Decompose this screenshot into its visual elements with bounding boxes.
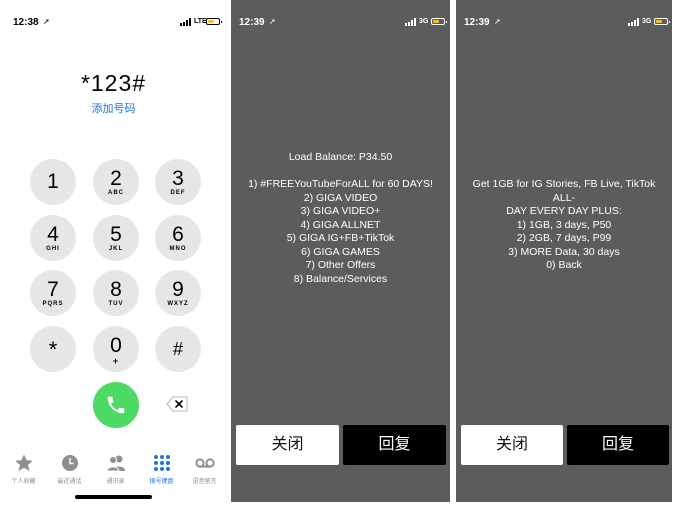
status-time: 12:39: [239, 17, 265, 28]
network-type: LTE: [194, 18, 207, 25]
key-letters: MNO: [169, 246, 187, 252]
key-letters: PQRS: [42, 301, 64, 307]
home-indicator[interactable]: [75, 495, 152, 499]
screenshot-collage: 12:38 ➚ LTE *123# 添加号码 1 2 ABC 3 DEF 4 G…: [0, 0, 680, 510]
key-digit: 2: [110, 167, 122, 190]
key-letters: WXYZ: [167, 301, 189, 307]
key-letters: DEF: [170, 190, 186, 196]
key-star[interactable]: *: [30, 326, 76, 372]
key-9[interactable]: 9 WXYZ: [155, 270, 201, 316]
ussd-menu-screen: 12:39 ➚ 3G Load Balance: P34.50 1) #FREE…: [231, 0, 450, 510]
signal-icon: [405, 18, 417, 26]
star-icon: [14, 454, 33, 471]
ussd-message: Load Balance: P34.50 1) #FREEYouTubeForA…: [248, 151, 433, 285]
delete-backspace-icon: [166, 396, 188, 412]
key-3[interactable]: 3 DEF: [155, 159, 201, 205]
key-letters: +: [112, 356, 120, 366]
location-icon: ➚: [494, 17, 501, 26]
contacts-icon: [105, 455, 125, 472]
battery-icon: [206, 18, 222, 25]
keypad-icon: [153, 455, 170, 471]
signal-icon: [180, 18, 192, 26]
voicemail-icon: [194, 458, 215, 468]
location-icon: ➚: [269, 17, 276, 26]
key-6[interactable]: 6 MNO: [155, 215, 201, 261]
tab-label: 最近通话: [57, 479, 82, 485]
key-digit: 4: [47, 223, 59, 246]
key-digit: 9: [172, 278, 184, 301]
key-letters: ABC: [108, 190, 124, 196]
tab-label: 拨号键盘: [149, 479, 174, 485]
key-digit: 0: [110, 334, 122, 357]
battery-icon: [431, 18, 447, 25]
status-bar: 12:38 ➚ LTE: [0, 0, 227, 28]
tab-bar: 个人收藏 最近通话 通讯录 拨号键盘 语音留言: [0, 452, 227, 492]
call-button[interactable]: [93, 382, 139, 428]
key-digit: 8: [110, 278, 122, 301]
reply-button[interactable]: 回复: [343, 425, 446, 465]
status-bar: 12:39 ➚ 3G: [231, 0, 450, 28]
tab-label: 个人收藏: [11, 479, 36, 485]
key-2[interactable]: 2 ABC: [93, 159, 139, 205]
ussd-dialog: 12:39 ➚ 3G Load Balance: P34.50 1) #FREE…: [231, 0, 450, 502]
dialer-screen: 12:38 ➚ LTE *123# 添加号码 1 2 ABC 3 DEF 4 G…: [0, 0, 227, 510]
key-7[interactable]: 7 PQRS: [30, 270, 76, 316]
key-digit: *: [48, 337, 58, 362]
status-time: 12:39: [464, 17, 490, 28]
tab-contacts[interactable]: 通讯录: [93, 452, 138, 485]
signal-icon: [628, 18, 640, 26]
ussd-submenu-screen: 12:39 ➚ 3G Get 1GB for IG Stories, FB Li…: [456, 0, 675, 510]
key-0[interactable]: 0 +: [93, 326, 139, 372]
key-8[interactable]: 8 TUV: [93, 270, 139, 316]
tab-recents[interactable]: 最近通话: [47, 452, 92, 485]
clock-icon: [61, 455, 78, 471]
tab-favorites[interactable]: 个人收藏: [1, 452, 46, 485]
key-letters: TUV: [108, 301, 124, 307]
network-type: 3G: [642, 18, 652, 25]
key-letters: JKL: [108, 246, 124, 252]
reply-button[interactable]: 回复: [567, 425, 669, 465]
delete-button[interactable]: [166, 396, 188, 412]
key-digit: #: [172, 339, 183, 359]
key-letters: GHI: [46, 246, 60, 252]
dialed-number: *123#: [80, 70, 147, 96]
key-digit: 1: [47, 170, 59, 193]
battery-icon: [654, 18, 670, 25]
key-digit: 6: [172, 223, 184, 246]
key-digit: 5: [110, 223, 122, 246]
phone-icon: [107, 396, 125, 414]
tab-label: 语音留言: [192, 479, 217, 485]
network-type: 3G: [419, 18, 429, 25]
tab-keypad[interactable]: 拨号键盘: [139, 452, 184, 485]
key-1[interactable]: 1: [30, 159, 76, 205]
close-button[interactable]: 关闭: [461, 425, 563, 465]
tab-label: 通讯录: [106, 479, 125, 485]
ussd-dialog: 12:39 ➚ 3G Get 1GB for IG Stories, FB Li…: [456, 0, 672, 502]
key-digit: 3: [172, 167, 184, 190]
tab-voicemail[interactable]: 语音留言: [182, 452, 227, 485]
status-time: 12:38: [13, 17, 39, 28]
ussd-message: Get 1GB for IG Stories, FB Live, TikTok …: [472, 178, 656, 271]
close-button[interactable]: 关闭: [236, 425, 339, 465]
key-4[interactable]: 4 GHI: [30, 215, 76, 261]
status-bar: 12:39 ➚ 3G: [456, 0, 672, 28]
key-digit: 7: [47, 278, 59, 301]
location-icon: ➚: [43, 17, 50, 26]
key-hash[interactable]: #: [155, 326, 201, 372]
key-5[interactable]: 5 JKL: [93, 215, 139, 261]
add-number-link[interactable]: 添加号码: [0, 100, 227, 116]
